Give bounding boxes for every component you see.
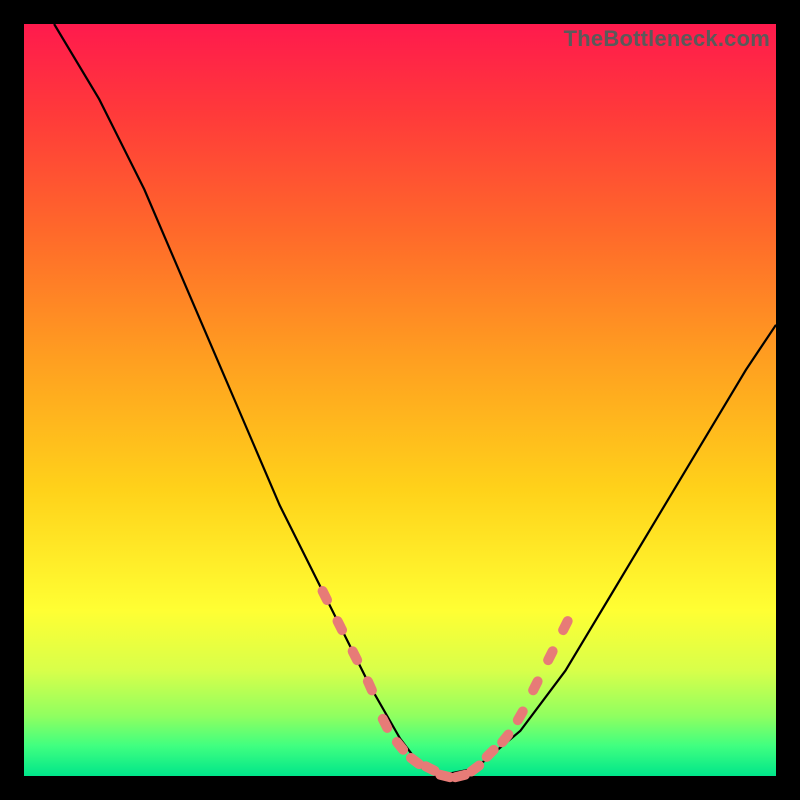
right-curve: [438, 325, 776, 776]
curve-marker: [361, 675, 378, 697]
curve-marker: [316, 584, 334, 606]
curve-marker: [331, 614, 349, 636]
marker-group: [316, 584, 574, 783]
chart-frame: TheBottleneck.com: [24, 24, 776, 776]
curve-marker: [526, 675, 544, 697]
curve-marker: [541, 645, 559, 667]
curve-marker: [556, 614, 574, 636]
left-curve: [54, 24, 438, 776]
watermark-text: TheBottleneck.com: [564, 26, 770, 52]
curve-marker: [346, 645, 364, 667]
curve-marker: [390, 735, 410, 757]
chart-svg: [24, 24, 776, 776]
